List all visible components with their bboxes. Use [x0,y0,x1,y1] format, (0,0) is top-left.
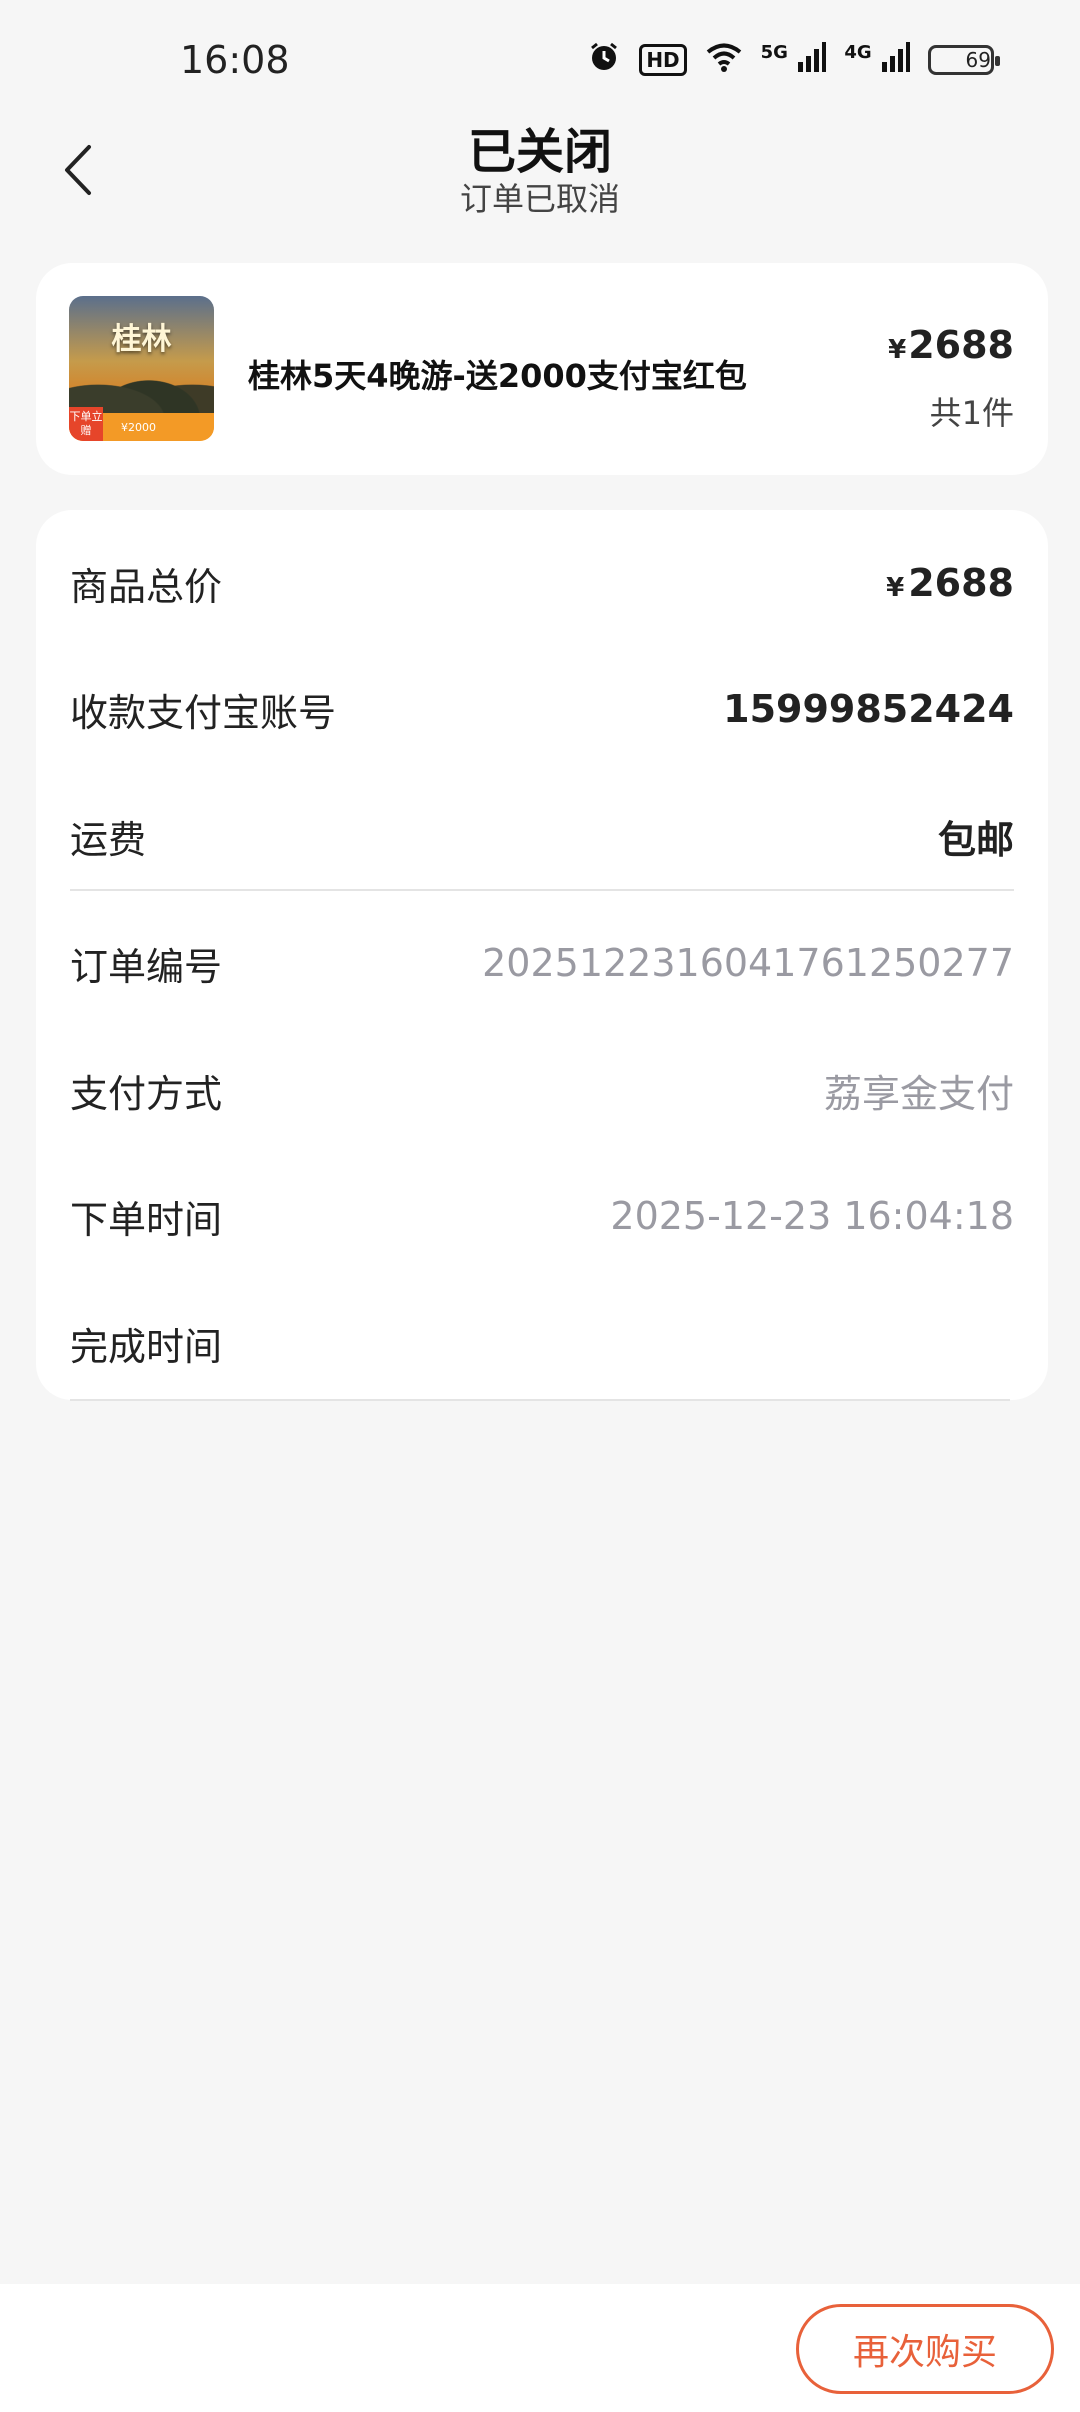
shipping-value: 包邮 [937,817,1014,862]
shipping-label: 运费 [70,817,147,862]
alipay-account-value: 15999852424 [723,687,1014,731]
order-number-row: 订单编号 20251223160417612502​77 [70,933,1014,993]
currency-symbol: ¥ [888,335,907,365]
product-name: 桂林5天4晚游-送2000支付宝红包 [248,357,747,395]
payment-method-label: 支付方式 [70,1071,223,1116]
page-header: 已关闭 订单已取消 [0,110,1080,230]
battery-level: 69 [965,48,991,72]
product-price: ¥2688 [888,323,1014,367]
page-subtitle: 订单已取消 [459,180,620,218]
total-price-label: 商品总价 [70,564,223,609]
page-title: 已关闭 [467,124,612,180]
bottom-action-bar: 再次购买 [0,2284,1080,2412]
alipay-account-row: 收款支付宝账号 15999852424 [70,679,1014,739]
product-count: 共1件 [929,394,1014,432]
payment-method-value: 荔享金支付 [823,1071,1014,1116]
thumbnail-band-text: ¥2000 [121,420,156,434]
alarm-icon [587,40,621,80]
total-price-amount: 2688 [908,561,1014,605]
order-number-value[interactable]: 20251223160417612502​77 [482,941,1014,985]
signal-4g-icon: 4G [844,42,910,78]
finish-time-row: 完成时间 [70,1313,1014,1373]
signal-4g-label: 4G [844,42,872,63]
signal-5g-label: 5G [760,42,788,63]
finish-time-label: 完成时间 [70,1324,223,1369]
status-time: 16:08 [180,38,290,82]
thumbnail-tag: 下单立赠 [69,407,103,441]
total-price-row: 商品总价 ¥2688 [70,553,1014,613]
order-time-label: 下单时间 [70,1197,223,1242]
order-number-label: 订单编号 [70,944,223,989]
order-time-row: 下单时间 2025-12-23 16:04:18 [70,1186,1014,1246]
divider [70,889,1014,891]
rebuy-button[interactable]: 再次购买 [796,2304,1054,2394]
alipay-account-label: 收款支付宝账号 [70,690,337,735]
order-details-card: 商品总价 ¥2688 收款支付宝账号 15999852424 运费 包邮 订单编… [36,510,1048,1400]
payment-method-row: 支付方式 荔享金支付 [70,1060,1014,1120]
product-price-value: 2688 [908,323,1014,367]
currency-symbol: ¥ [886,573,905,603]
total-price-value: ¥2688 [886,561,1014,605]
status-bar: 16:08 HD 5G 4G 69 [0,0,1080,110]
order-detail-page: 16:08 HD 5G 4G 69 已关闭 订单已取消 桂林 ¥2000 下单立… [0,0,1080,2412]
signal-5g-icon: 5G [761,42,827,78]
thumbnail-title: 桂林 [111,322,172,357]
battery-icon: 69 [928,45,1000,75]
product-thumbnail[interactable]: 桂林 ¥2000 下单立赠 [69,296,214,441]
hd-icon: HD [639,44,687,76]
shipping-row: 运费 包邮 [70,806,1014,866]
status-icons: HD 5G 4G 69 [587,40,1000,80]
divider [70,1399,1010,1401]
order-time-value: 2025-12-23 16:04:18 [610,1194,1014,1238]
wifi-icon [705,42,743,78]
product-card[interactable]: 桂林 ¥2000 下单立赠 桂林5天4晚游-送2000支付宝红包 ¥2688 共… [36,263,1048,475]
